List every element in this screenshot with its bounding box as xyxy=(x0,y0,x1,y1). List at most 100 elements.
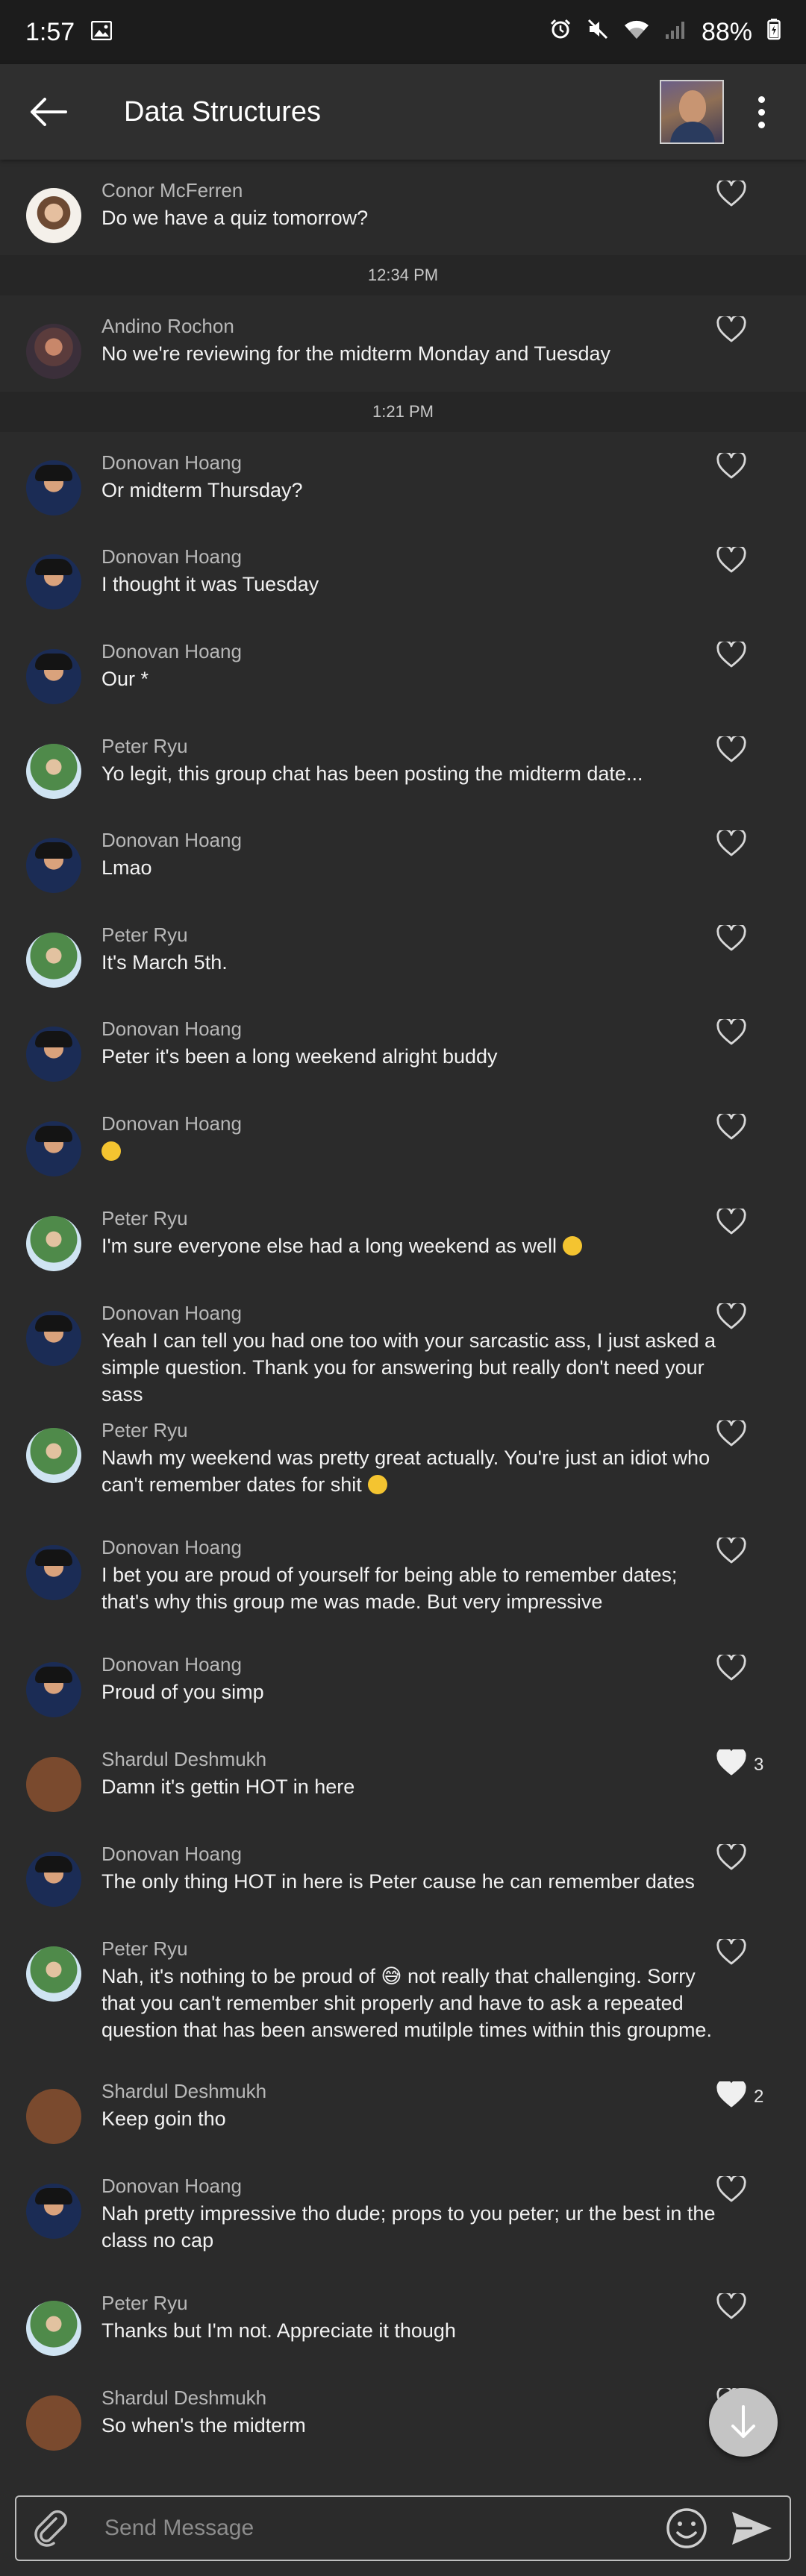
avatar[interactable] xyxy=(26,1662,81,1717)
message-text: So when's the midterm xyxy=(101,2412,716,2439)
like-button[interactable] xyxy=(716,2291,784,2324)
like-button[interactable] xyxy=(716,1301,784,1334)
sender-name: Peter Ryu xyxy=(101,1419,188,1441)
sender-name: Donovan Hoang xyxy=(101,1843,242,1865)
send-button[interactable] xyxy=(725,2504,778,2552)
avatar[interactable] xyxy=(26,649,81,704)
arrow-down-icon xyxy=(731,2405,755,2438)
avatar[interactable] xyxy=(26,1852,81,1907)
gallery-notification-icon xyxy=(90,18,113,47)
sender-name: Donovan Hoang xyxy=(101,1112,242,1135)
message-row: Donovan Hoang xyxy=(0,1093,806,1188)
avatar[interactable] xyxy=(26,554,81,609)
sender-name: Peter Ryu xyxy=(101,1937,188,1960)
like-button[interactable] xyxy=(716,1418,784,1451)
message-text: Nah, it's nothing to be proud of 😅 not r… xyxy=(101,1963,716,2043)
message-text xyxy=(101,1138,716,1165)
group-avatar[interactable] xyxy=(660,80,724,144)
message-row: Conor McFerren Do we have a quiz tomorrow… xyxy=(0,160,806,255)
heart-icon xyxy=(716,1301,746,1334)
message-text-content: I bet you are proud of yourself for bein… xyxy=(101,1564,678,1613)
like-button[interactable]: 3 xyxy=(716,1747,784,1780)
like-button[interactable] xyxy=(716,1206,784,1239)
avatar[interactable] xyxy=(26,933,81,988)
heart-icon xyxy=(716,1937,746,1969)
message-row: Peter Ryu Nawh my weekend was pretty grea… xyxy=(0,1400,806,1517)
like-button[interactable] xyxy=(716,1017,784,1050)
like-button[interactable] xyxy=(716,828,784,861)
avatar[interactable] xyxy=(26,744,81,799)
emoji-picker-icon[interactable] xyxy=(663,2504,710,2552)
like-button[interactable] xyxy=(716,923,784,956)
message-text: It's March 5th. xyxy=(101,949,716,976)
avatar[interactable] xyxy=(26,1121,81,1176)
like-button[interactable] xyxy=(716,451,784,483)
sender-name: Shardul Deshmukh xyxy=(101,2080,267,2102)
message-text: Do we have a quiz tomorrow? xyxy=(101,204,716,231)
avatar[interactable] xyxy=(26,2301,81,2356)
avatar[interactable] xyxy=(26,1545,81,1600)
avatar[interactable] xyxy=(26,324,81,379)
heart-icon xyxy=(716,923,746,956)
like-button[interactable] xyxy=(716,734,784,767)
message-text: Our * xyxy=(101,665,716,692)
message-text-content: The only thing HOT in here is Peter caus… xyxy=(101,1870,695,1893)
message-row: Donovan Hoang I bet you are proud of your… xyxy=(0,1517,806,1634)
sender-name: Donovan Hoang xyxy=(101,545,242,568)
sender-name: Peter Ryu xyxy=(101,1207,188,1229)
sender-name: Donovan Hoang xyxy=(101,640,242,662)
overflow-menu-icon[interactable] xyxy=(739,82,784,142)
back-arrow-icon[interactable] xyxy=(22,86,75,138)
avatar[interactable] xyxy=(26,460,81,515)
like-button[interactable] xyxy=(716,1535,784,1568)
message-text: Peter it's been a long weekend alright b… xyxy=(101,1043,716,1070)
avatar[interactable] xyxy=(26,1757,81,1812)
avatar[interactable] xyxy=(26,1428,81,1483)
message-text-content: Nawh my weekend was pretty great actuall… xyxy=(101,1447,710,1496)
avatar[interactable] xyxy=(26,1027,81,1082)
avatar[interactable] xyxy=(26,1311,81,1366)
like-button[interactable] xyxy=(716,1112,784,1144)
sender-name: Donovan Hoang xyxy=(101,2175,242,2197)
like-button[interactable] xyxy=(716,545,784,577)
message-text: Yo legit, this group chat has been posti… xyxy=(101,760,716,787)
avatar[interactable] xyxy=(26,2184,81,2239)
heart-icon xyxy=(716,1112,746,1144)
like-button[interactable] xyxy=(716,1652,784,1685)
like-button[interactable] xyxy=(716,639,784,672)
like-button[interactable]: 2 xyxy=(716,2079,784,2112)
avatar[interactable] xyxy=(26,1946,81,2002)
avatar[interactable] xyxy=(26,2395,81,2451)
like-button[interactable] xyxy=(716,1842,784,1875)
heart-icon xyxy=(716,639,746,672)
status-bar: 1:57 88% xyxy=(0,0,806,64)
message-row: Donovan Hoang Or midterm Thursday? xyxy=(0,432,806,526)
send-icon xyxy=(732,2512,772,2545)
battery-icon xyxy=(767,18,781,47)
avatar[interactable] xyxy=(26,188,81,243)
message-text: Yeah I can tell you had one too with you… xyxy=(101,1327,716,1408)
like-button[interactable] xyxy=(716,178,784,211)
avatar[interactable] xyxy=(26,2089,81,2144)
like-button[interactable] xyxy=(716,314,784,347)
app-header: Data Structures xyxy=(0,64,806,160)
timestamp-divider: 12:34 PM xyxy=(0,255,806,295)
heart-icon xyxy=(716,2174,746,2207)
message-text-content: It's March 5th. xyxy=(101,951,228,974)
avatar[interactable] xyxy=(26,838,81,893)
like-button[interactable] xyxy=(716,1937,784,1969)
slightly-frowning-emoji xyxy=(563,1236,583,1256)
avatar[interactable] xyxy=(26,1216,81,1271)
message-text: Nah pretty impressive tho dude; props to… xyxy=(101,2200,716,2254)
timestamp-divider: 1:21 PM xyxy=(0,392,806,432)
message-text-content: Damn it's gettin HOT in here xyxy=(101,1776,355,1798)
heart-icon xyxy=(716,545,746,577)
like-button[interactable] xyxy=(716,2174,784,2207)
attachment-icon[interactable] xyxy=(28,2506,73,2551)
message-row: Donovan Hoang Peter it's been a long week… xyxy=(0,998,806,1093)
message-input[interactable] xyxy=(103,2505,663,2551)
heart-icon xyxy=(716,1017,746,1050)
message-row: Donovan Hoang Our * xyxy=(0,621,806,715)
message-row: Andino Rochon No we're reviewing for the … xyxy=(0,295,806,392)
scroll-to-bottom-button[interactable] xyxy=(709,2388,778,2457)
